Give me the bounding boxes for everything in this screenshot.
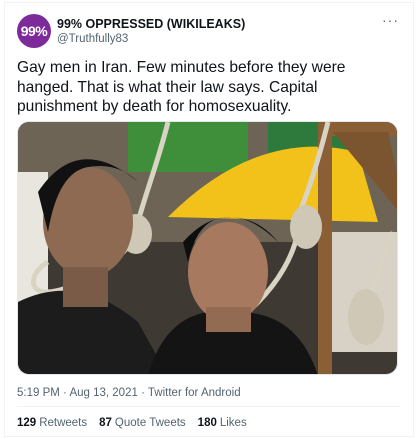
- tweet-time[interactable]: 5:19 PM: [17, 387, 60, 399]
- tweet-text: Gay men in Iran. Few minutes before they…: [17, 58, 397, 117]
- retweets-label: Retweets: [39, 417, 88, 429]
- quote-tweets-stat[interactable]: 87 Quote Tweets: [99, 417, 186, 429]
- tweet-text-line: punishment by death for homosexuality.: [17, 98, 292, 115]
- tweet-text-line: Gay men in Iran. Few minutes before they…: [17, 59, 346, 76]
- tweet-date[interactable]: Aug 13, 2021: [69, 387, 137, 399]
- divider: [17, 406, 401, 407]
- likes-stat[interactable]: 180 Likes: [198, 417, 247, 429]
- avatar-text: 99%: [20, 23, 48, 39]
- likes-count: 180: [197, 417, 217, 429]
- quote-tweets-count: 87: [99, 417, 112, 429]
- quote-tweets-label: Quote Tweets: [114, 417, 186, 429]
- meta-separator: ·: [63, 387, 67, 399]
- author-display-name[interactable]: 99% OPPRESSED (WIKILEAKS): [57, 17, 245, 31]
- avatar[interactable]: 99%: [17, 14, 51, 48]
- tweet-source[interactable]: Twitter for Android: [148, 387, 241, 399]
- tweet-meta: 5:19 PM · Aug 13, 2021 · Twitter for And…: [17, 387, 241, 399]
- tweet-text-line: hanged. That is what their law says. Cap…: [17, 78, 318, 96]
- meta-separator: ·: [141, 387, 145, 399]
- retweets-count: 129: [17, 417, 37, 429]
- author-handle[interactable]: @Truthfully83: [57, 33, 128, 45]
- tweet-photo[interactable]: [17, 121, 398, 375]
- likes-label: Likes: [219, 417, 247, 429]
- more-horizontal-icon[interactable]: ···: [382, 12, 399, 28]
- tweet-stats: 129 Retweets 87 Quote Tweets 180 Likes: [17, 417, 247, 429]
- tweet-card: 99% 99% OPPRESSED (WIKILEAKS) @Truthfull…: [4, 2, 414, 437]
- retweets-stat[interactable]: 129 Retweets: [17, 417, 87, 429]
